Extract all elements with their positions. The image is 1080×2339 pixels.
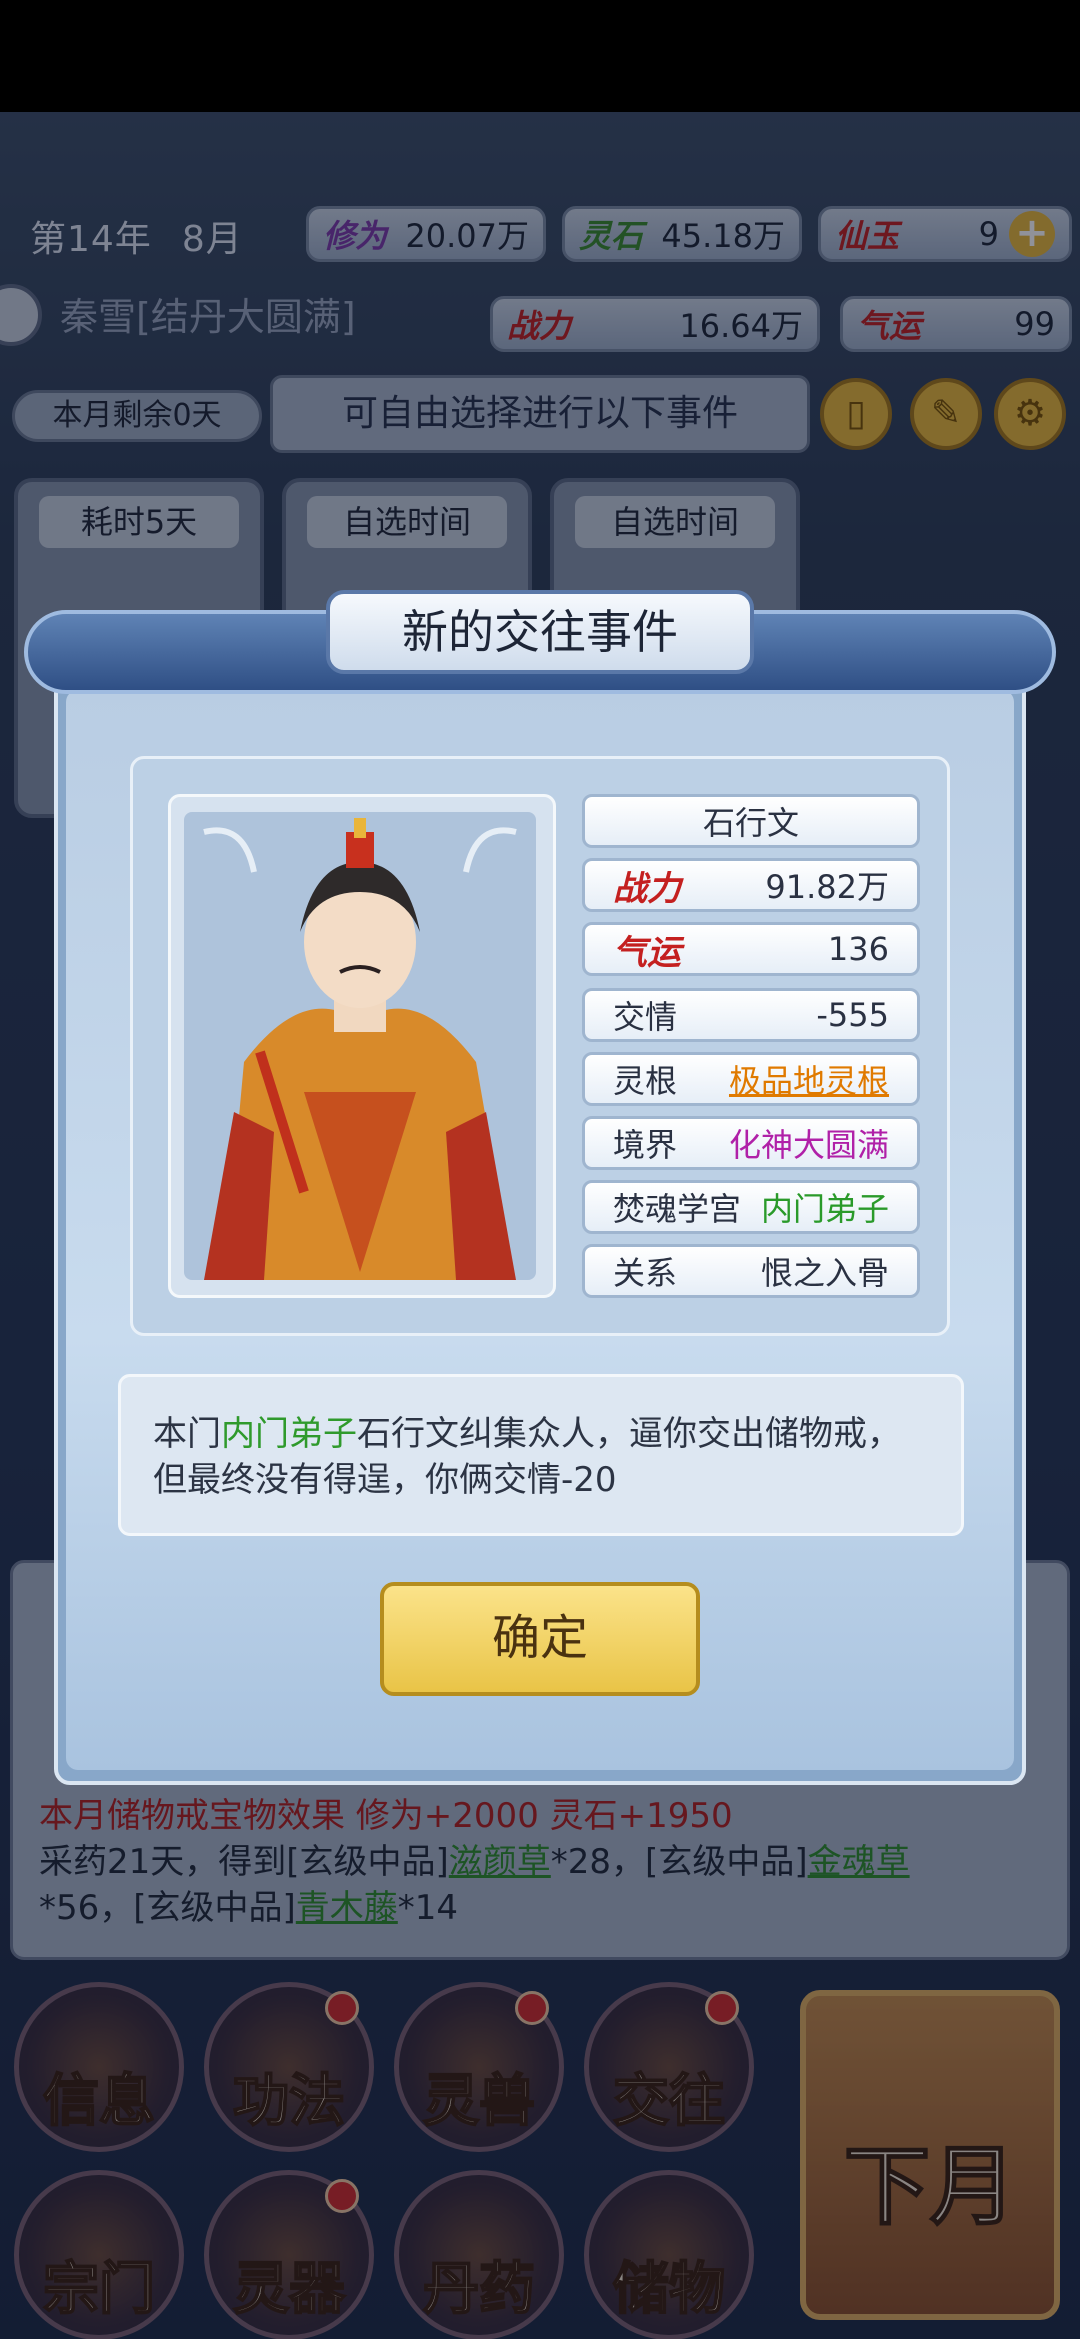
npc-relation-row: 关系 恨之入骨 (582, 1244, 920, 1298)
status-bar (0, 0, 1080, 112)
npc-power-row: 战力 91.82万 (582, 858, 920, 912)
npc-name-row: 石行文 (582, 794, 920, 848)
spirit-root-link[interactable]: 极品地灵根 (729, 1056, 889, 1102)
npc-root-row: 灵根 极品地灵根 (582, 1052, 920, 1106)
npc-sect-row: 焚魂学宫 内门弟子 (582, 1180, 920, 1234)
npc-realm-row: 境界 化神大圆满 (582, 1116, 920, 1170)
npc-luck-row: 气运 136 (582, 922, 920, 976)
npc-friendship-row: 交情 -555 (582, 988, 920, 1042)
npc-portrait-illustration (203, 818, 517, 1280)
npc-name: 石行文 (702, 804, 799, 842)
event-message: 本门内门弟子石行文纠集众人，逼你交出储物戒， 但最终没有得逞，你俩交情-20 (118, 1374, 964, 1536)
dialog-title: 新的交往事件 (326, 590, 754, 674)
npc-portrait (184, 812, 536, 1280)
confirm-button[interactable]: 确定 (380, 1582, 700, 1696)
